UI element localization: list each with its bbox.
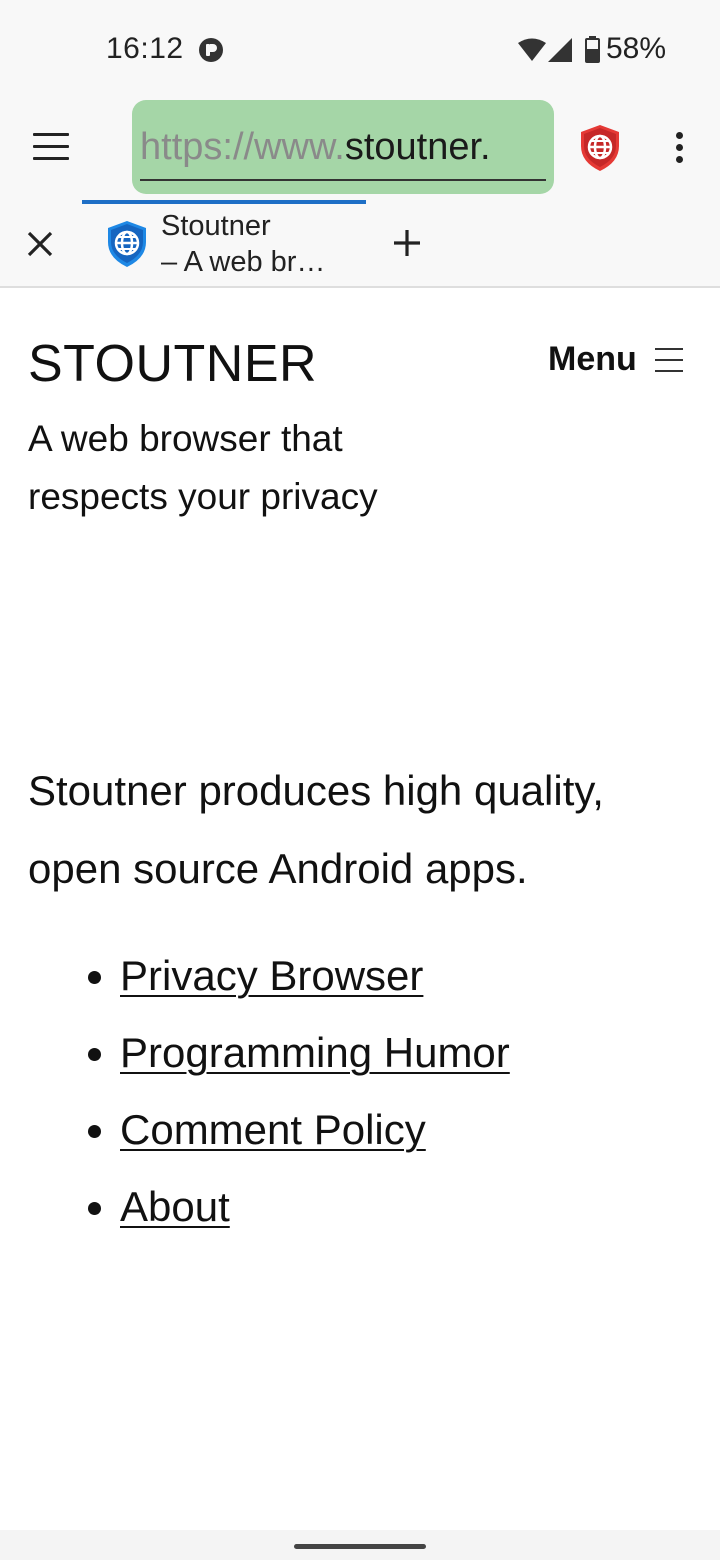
battery-icon (585, 36, 600, 63)
list-item: Comment Policy (88, 1094, 510, 1171)
menu-label: Menu (548, 340, 637, 378)
list-item: Programming Humor (88, 1017, 510, 1094)
menu-lines-icon (654, 347, 683, 372)
app-links-list: Privacy Browser Programming Humor Commen… (88, 940, 510, 1248)
link-about[interactable]: About (120, 1183, 230, 1230)
list-item: Privacy Browser (88, 940, 510, 1017)
system-nav-bar (0, 1530, 720, 1560)
tab-title-line1: Stoutner (161, 210, 271, 242)
browser-toolbar: https://www.stoutner. (0, 100, 720, 200)
intro-paragraph: Stoutner produces high quality, open sou… (28, 767, 604, 892)
link-comment-policy[interactable]: Comment Policy (120, 1106, 426, 1153)
web-page-content: STOUTNER Menu A web browser that respect… (0, 290, 720, 1530)
blue-shield-globe-icon (108, 221, 146, 267)
site-tagline: A web browser that respects your privacy (28, 418, 378, 517)
notification-icon (199, 38, 223, 62)
hamburger-menu-icon[interactable] (33, 133, 69, 161)
link-privacy-browser[interactable]: Privacy Browser (120, 952, 423, 999)
cell-signal-icon (548, 38, 572, 62)
link-programming-humor[interactable]: Programming Humor (120, 1029, 510, 1076)
url-underline (140, 179, 546, 181)
tab-strip: Stoutner – A web br… (0, 200, 720, 288)
list-item: About (88, 1171, 510, 1248)
url-bar[interactable]: https://www.stoutner. (132, 100, 554, 194)
red-shield-globe-icon[interactable] (579, 124, 621, 172)
status-bar: 16:12 58% (0, 0, 720, 100)
tab-active[interactable]: Stoutner – A web br… (82, 200, 366, 286)
url-text[interactable]: https://www.stoutner. (140, 126, 491, 169)
close-icon[interactable] (26, 230, 54, 258)
tab-indicator (82, 200, 366, 204)
tab-title-line2: – A web br… (161, 246, 326, 278)
url-host: stoutner. (344, 126, 491, 168)
overflow-menu-icon[interactable] (672, 132, 686, 164)
url-scheme: https://www. (140, 126, 345, 168)
battery-percentage: 58% (606, 32, 667, 65)
gesture-handle[interactable] (294, 1544, 426, 1549)
status-time: 16:12 (106, 32, 184, 65)
wifi-icon (518, 38, 546, 61)
site-menu-button[interactable]: Menu (548, 340, 683, 379)
tab-title: Stoutner – A web br… (161, 208, 361, 280)
site-title[interactable]: STOUTNER (28, 334, 317, 394)
plus-icon[interactable] (392, 228, 422, 258)
